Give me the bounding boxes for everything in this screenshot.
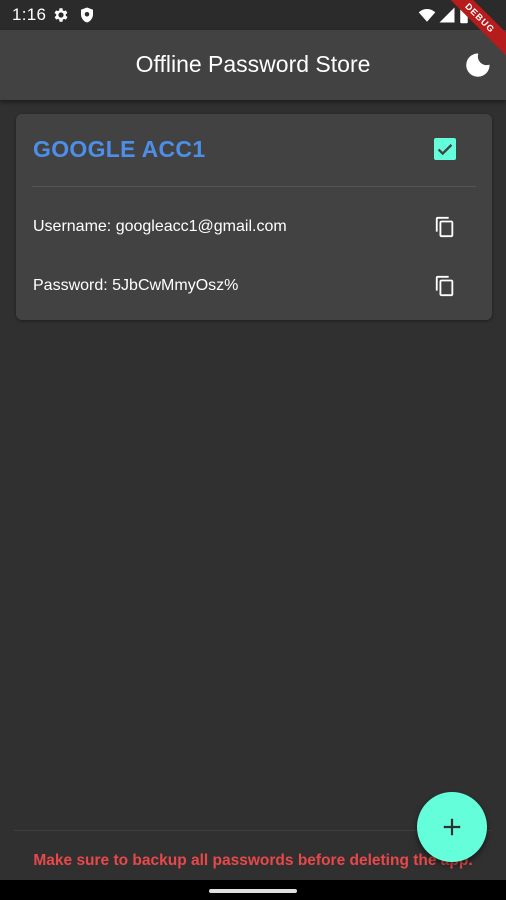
username-text: Username: googleacc1@gmail.com (33, 218, 287, 235)
home-gesture-handle[interactable] (209, 889, 297, 893)
page-title: Offline Password Store (135, 51, 371, 77)
moon-icon[interactable] (464, 51, 492, 79)
password-text: Password: 5JbCwMmyOsz% (33, 277, 239, 294)
wifi-icon (418, 9, 436, 22)
gear-icon (54, 8, 68, 22)
card-divider (32, 186, 476, 187)
app-screen: 1:16 DEBUG Offline Password Store GOOGLE… (0, 0, 506, 900)
copy-icon[interactable] (434, 275, 456, 297)
copy-icon[interactable] (434, 216, 456, 238)
status-bar: 1:16 DEBUG (0, 0, 506, 60)
entry-checkbox[interactable] (434, 138, 456, 160)
navigation-bar (0, 880, 506, 900)
app-bar: Offline Password Store (0, 30, 506, 100)
check-icon (437, 144, 453, 156)
status-time: 1:16 (12, 5, 47, 24)
plus-icon (443, 818, 461, 836)
password-entry-card: GOOGLE ACC1 Username: googleacc1@gmail.c… (16, 114, 492, 320)
add-entry-button[interactable] (417, 792, 487, 862)
shield-icon (81, 7, 93, 23)
signal-icon (439, 7, 455, 23)
entry-title: GOOGLE ACC1 (33, 136, 206, 162)
